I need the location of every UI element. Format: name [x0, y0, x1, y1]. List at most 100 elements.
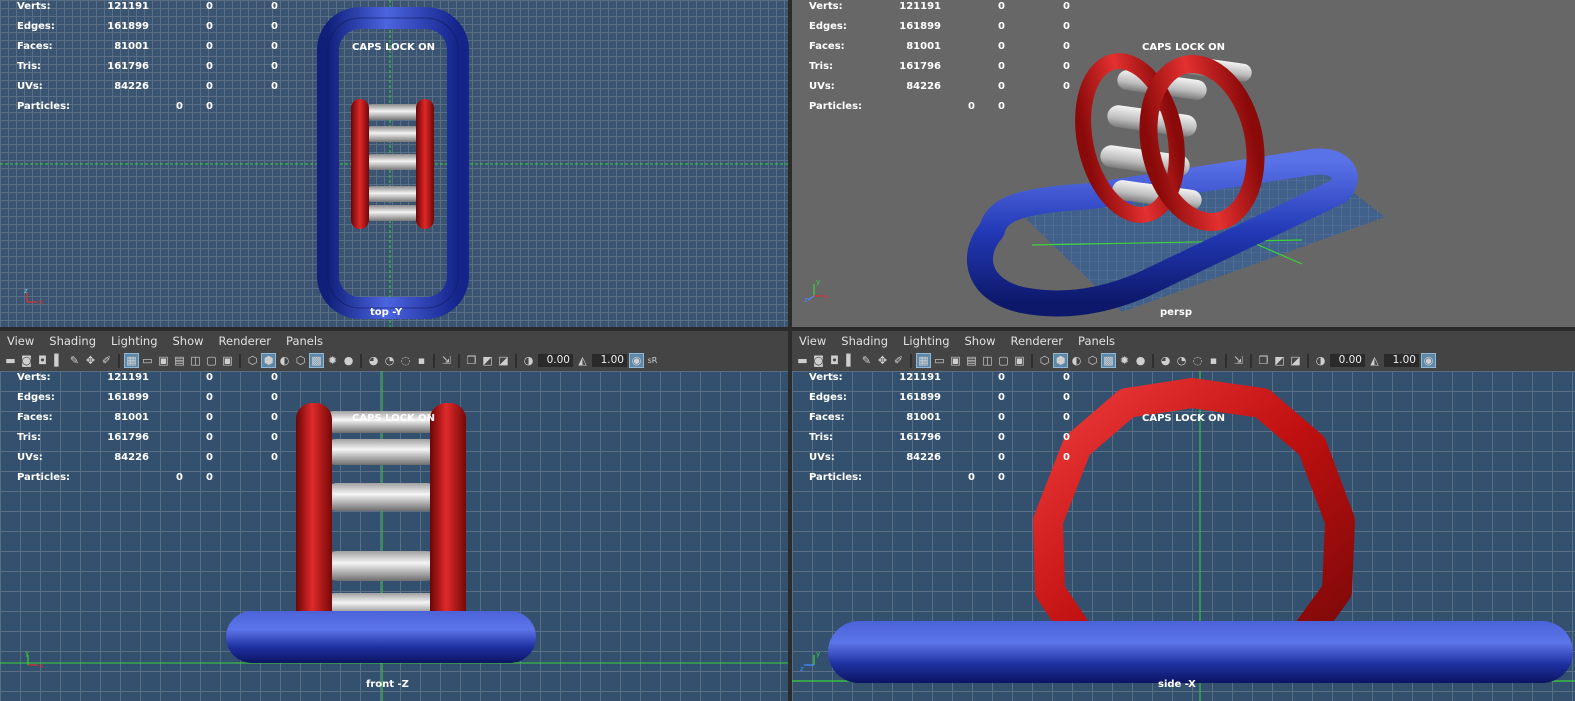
- exposure-field[interactable]: 0.00: [538, 354, 573, 367]
- resolution-gate-icon[interactable]: ▣: [949, 354, 962, 367]
- safe-action-icon[interactable]: ▢: [205, 354, 218, 367]
- xray-icon[interactable]: ❐: [465, 354, 478, 367]
- grease-pencil-icon[interactable]: ✎: [68, 354, 81, 367]
- menu-shading[interactable]: Shading: [841, 334, 888, 350]
- shadows-icon[interactable]: ●: [342, 354, 355, 367]
- smooth-shade-icon[interactable]: ⬢: [261, 353, 276, 368]
- gamma-field[interactable]: 1.00: [592, 354, 627, 367]
- xray-joints-icon[interactable]: ◪: [497, 354, 510, 367]
- select-camera-icon[interactable]: ▬: [796, 354, 809, 367]
- grease-pencil-icon[interactable]: ✎: [860, 354, 873, 367]
- isolate-select-icon[interactable]: ⇲: [1232, 354, 1245, 367]
- image-plane-icon[interactable]: ▌: [52, 354, 65, 367]
- menu-panels[interactable]: Panels: [1078, 334, 1115, 350]
- safe-title-icon[interactable]: ▣: [1013, 354, 1026, 367]
- gamma-icon[interactable]: ◭: [1368, 354, 1381, 367]
- select-camera-icon[interactable]: ▬: [4, 354, 17, 367]
- exposure-field[interactable]: 0.00: [1330, 354, 1365, 367]
- field-chart-icon[interactable]: ◫: [981, 354, 994, 367]
- depth-of-field-icon[interactable]: ▪: [415, 354, 428, 367]
- camera-label-side: side -X: [1158, 679, 1196, 690]
- screen-space-ao-icon[interactable]: ◕: [367, 354, 380, 367]
- screen-space-ao-icon[interactable]: ◕: [1159, 354, 1172, 367]
- menu-panels[interactable]: Panels: [286, 334, 323, 350]
- field-chart-icon[interactable]: ◫: [189, 354, 202, 367]
- svg-text:x: x: [39, 298, 43, 306]
- color-management-icon[interactable]: ◉: [629, 353, 644, 368]
- menu-renderer[interactable]: Renderer: [1011, 334, 1064, 350]
- viewport-top[interactable]: Verts: 121191 0 0 Edges: 161899 0 0 Faces: 8100…: [0, 0, 788, 327]
- menu-view[interactable]: View: [7, 334, 34, 350]
- svg-text:z: z: [804, 296, 808, 302]
- film-gate-icon[interactable]: ▭: [933, 354, 946, 367]
- menu-show[interactable]: Show: [965, 334, 996, 350]
- toolbar-divider: [1250, 353, 1252, 368]
- film-gate-icon[interactable]: ▭: [141, 354, 154, 367]
- toolbar-divider: [1307, 353, 1309, 368]
- front-view-canvas[interactable]: Verts: 121191 0 0 Edges: 161899 0 0 Faces: 8100…: [0, 371, 788, 701]
- anti-aliasing-icon[interactable]: ◌: [1191, 354, 1204, 367]
- exposure-icon[interactable]: ◑: [1314, 354, 1327, 367]
- brush-icon[interactable]: ✐: [100, 354, 113, 367]
- camera-attributes-icon[interactable]: ◙: [20, 354, 33, 367]
- camera-attributes-icon[interactable]: ◙: [812, 354, 825, 367]
- anti-aliasing-icon[interactable]: ◌: [399, 354, 412, 367]
- view-transform-icon[interactable]: sR: [646, 354, 659, 367]
- gamma-icon[interactable]: ◭: [576, 354, 589, 367]
- grid-toggle-icon[interactable]: ▦: [916, 353, 931, 368]
- side-view-canvas[interactable]: Verts: 121191 0 0 Edges: 161899 0 0 Faces: 8100…: [792, 371, 1575, 701]
- menu-lighting[interactable]: Lighting: [903, 334, 949, 350]
- wireframe-on-shaded-icon[interactable]: ⬡: [1086, 354, 1099, 367]
- toolbar-divider: [239, 353, 241, 368]
- xray-joints-icon[interactable]: ◪: [1289, 354, 1302, 367]
- isolate-select-icon[interactable]: ⇲: [440, 354, 453, 367]
- xray-active-icon[interactable]: ◩: [1273, 354, 1286, 367]
- bookmarks-icon[interactable]: ◘: [36, 354, 49, 367]
- motion-blur-icon[interactable]: ◔: [1175, 354, 1188, 367]
- resolution-gate-icon[interactable]: ▣: [157, 354, 170, 367]
- textured-icon[interactable]: ▩: [309, 353, 324, 368]
- gamma-field[interactable]: 1.00: [1384, 354, 1419, 367]
- caps-lock-indicator: CAPS LOCK ON: [352, 413, 436, 424]
- depth-of-field-icon[interactable]: ▪: [1207, 354, 1220, 367]
- grid-toggle-icon[interactable]: ▦: [124, 353, 139, 368]
- menu-show[interactable]: Show: [173, 334, 204, 350]
- caps-lock-indicator: CAPS LOCK ON: [1142, 42, 1226, 53]
- color-management-icon[interactable]: ◉: [1421, 353, 1436, 368]
- default-material-icon[interactable]: ◐: [278, 354, 291, 367]
- wireframe-icon[interactable]: ⬡: [1038, 354, 1051, 367]
- bookmarks-icon[interactable]: ◘: [828, 354, 841, 367]
- safe-title-icon[interactable]: ▣: [221, 354, 234, 367]
- shadows-icon[interactable]: ●: [1134, 354, 1147, 367]
- viewport-persp[interactable]: Verts: 121191 0 0 Edges: 161899 0 0 Faces: 8100…: [792, 0, 1575, 327]
- viewport-side[interactable]: View Shading Lighting Show Renderer Pane…: [792, 331, 1575, 701]
- gate-mask-icon[interactable]: ▤: [173, 354, 186, 367]
- gate-mask-icon[interactable]: ▤: [965, 354, 978, 367]
- brush-icon[interactable]: ✐: [892, 354, 905, 367]
- exposure-icon[interactable]: ◑: [522, 354, 535, 367]
- two-d-pan-icon[interactable]: ✥: [84, 354, 97, 367]
- viewport-front[interactable]: View Shading Lighting Show Renderer Pane…: [0, 331, 788, 701]
- wireframe-icon[interactable]: ⬡: [246, 354, 259, 367]
- menu-view[interactable]: View: [799, 334, 826, 350]
- motion-blur-icon[interactable]: ◔: [383, 354, 396, 367]
- wireframe-on-shaded-icon[interactable]: ⬡: [294, 354, 307, 367]
- two-d-pan-icon[interactable]: ✥: [876, 354, 889, 367]
- menu-renderer[interactable]: Renderer: [219, 334, 272, 350]
- use-all-lights-icon[interactable]: ✹: [326, 354, 339, 367]
- xray-icon[interactable]: ❐: [1257, 354, 1270, 367]
- svg-text:z: z: [800, 665, 804, 673]
- safe-action-icon[interactable]: ▢: [997, 354, 1010, 367]
- menu-lighting[interactable]: Lighting: [111, 334, 157, 350]
- xray-active-icon[interactable]: ◩: [481, 354, 494, 367]
- textured-icon[interactable]: ▩: [1101, 353, 1116, 368]
- default-material-icon[interactable]: ◐: [1070, 354, 1083, 367]
- toolbar-divider: [1152, 353, 1154, 368]
- toolbar-divider: [360, 353, 362, 368]
- panel-toolbar: ▬ ◙ ◘ ▌ ✎ ✥ ✐ ▦ ▭ ▣ ▤ ◫ ▢ ▣ ⬡ ⬢ ◐ ⬡ ▩ ✹ …: [796, 352, 1436, 369]
- image-plane-icon[interactable]: ▌: [844, 354, 857, 367]
- use-all-lights-icon[interactable]: ✹: [1118, 354, 1131, 367]
- svg-text:y: y: [816, 650, 820, 658]
- smooth-shade-icon[interactable]: ⬢: [1053, 353, 1068, 368]
- menu-shading[interactable]: Shading: [49, 334, 96, 350]
